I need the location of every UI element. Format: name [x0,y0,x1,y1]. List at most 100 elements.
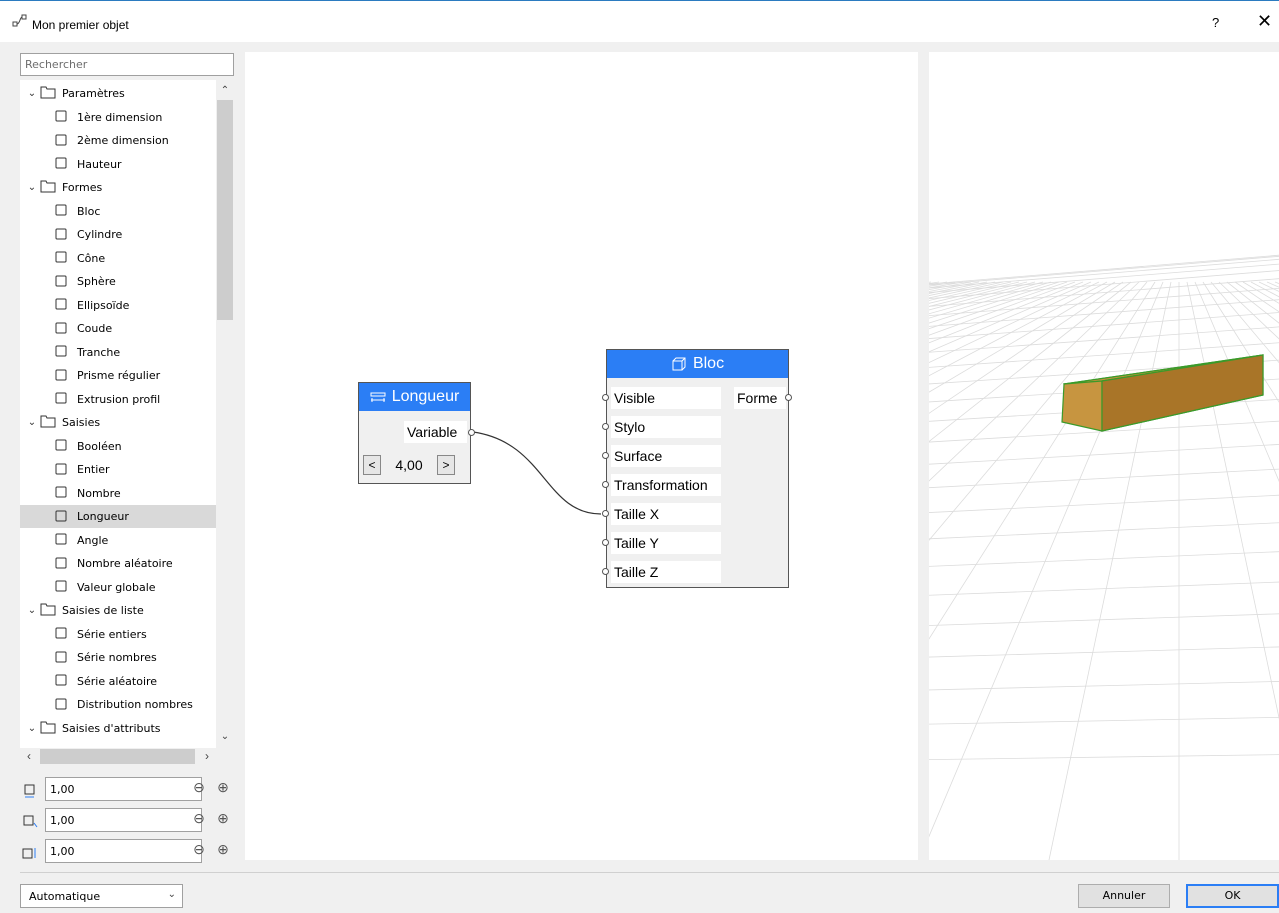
mode-select[interactable]: Automatique ⌄ [20,884,183,908]
increase-icon[interactable]: ⊕ [215,841,231,857]
input-port-dot[interactable] [602,423,609,430]
tree-item-label: Série nombres [77,651,157,664]
chevron-down-icon[interactable]: ⌄ [26,182,38,193]
port-input[interactable]: Stylo [611,416,721,438]
dimension-3-field[interactable] [45,839,202,863]
input-port-dot[interactable] [602,394,609,401]
increment-button[interactable]: > [437,455,455,475]
chevron-down-icon[interactable]: ⌄ [26,88,38,99]
dimension-2-field[interactable] [45,808,202,832]
box-dim1-icon [24,784,35,798]
tree-item[interactable]: Bloc [20,200,216,223]
cancel-button[interactable]: Annuler [1078,884,1170,908]
node-graph-canvas[interactable]: Longueur Variable < 4,00 > Bloc Visible S… [245,52,918,860]
tree-item[interactable]: Série aléatoire [20,670,216,693]
folder-icon [40,720,56,737]
tree-item-label: Sphère [77,275,116,288]
input-port-dot[interactable] [602,568,609,575]
tree-group[interactable]: ⌄ Formes [20,176,216,199]
tree-item[interactable]: Longueur [20,505,216,528]
node-bloc[interactable]: Bloc Visible Stylo Surface Transformation Ta… [602,349,792,588]
input-port-dot[interactable] [602,539,609,546]
scroll-right-icon[interactable]: › [198,748,216,765]
node-longueur-header[interactable]: Longueur [359,383,470,411]
tree-item[interactable]: Distribution nombres [20,693,216,716]
tree-item[interactable]: Série entiers [20,623,216,646]
tree-group[interactable]: ⌄ Saisies d'attributs [20,717,216,740]
tree-item[interactable]: Nombre [20,482,216,505]
title-bar: Mon premier objet ? ✕ [0,0,1279,42]
tree-item[interactable]: Hauteur [20,153,216,176]
stepper-value: 4,00 [395,457,423,473]
output-port-dot[interactable] [468,429,475,436]
tree-item[interactable]: Cylindre [20,223,216,246]
tree-item[interactable]: Nombre aléatoire [20,552,216,575]
tree-item-label: Nombre aléatoire [77,557,173,570]
close-button[interactable]: ✕ [1257,11,1272,32]
dimension-1-row: ⊖ ⊕ [20,777,234,803]
tree-item[interactable]: Booléen [20,435,216,458]
tree-item-label: Booléen [77,439,122,453]
chevron-down-icon[interactable]: ⌄ [26,605,38,616]
tree-item-label: Entier [77,463,110,476]
item-icon [54,626,70,642]
3d-preview[interactable] [929,52,1279,860]
folder-icon [40,179,56,196]
help-button[interactable]: ? [1212,15,1219,30]
port-forme[interactable]: Forme [734,387,786,409]
tree-item[interactable]: 1ère dimension [20,106,216,129]
output-port-dot[interactable] [785,394,792,401]
tree-horizontal-scrollbar[interactable]: ‹ › [20,748,216,765]
decrease-icon[interactable]: ⊖ [191,779,207,795]
decrease-icon[interactable]: ⊖ [191,841,207,857]
scroll-left-icon[interactable]: ‹ [20,748,38,765]
tree-item-label: Longueur [77,510,129,523]
port-input[interactable]: Visible [611,387,721,409]
tree-item[interactable]: Prisme régulier [20,364,216,387]
input-port-dot[interactable] [602,452,609,459]
tree-item[interactable]: Angle [20,529,216,552]
decrement-button[interactable]: < [363,455,381,475]
node-longueur[interactable]: Longueur Variable < 4,00 > [358,382,475,484]
increase-icon[interactable]: ⊕ [215,779,231,795]
search-input[interactable]: Rechercher [20,53,234,76]
port-variable[interactable]: Variable [404,421,467,443]
port-input[interactable]: Transformation [611,474,721,496]
scroll-down-icon[interactable]: ⌄ [216,728,234,746]
box-icon [672,357,686,371]
tree-item-label: Bloc [77,204,101,218]
tree-item[interactable]: Extrusion profil [20,388,216,411]
dimension-1-field[interactable] [45,777,202,801]
tree-vertical-scrollbar[interactable]: ⌃ ⌄ [216,80,234,748]
tree-item[interactable]: 2ème dimension [20,129,216,152]
port-input[interactable]: Taille Z [611,561,721,583]
tree-group[interactable]: ⌄ Paramètres [20,82,216,105]
port-input[interactable]: Taille Y [611,532,721,554]
tree-item[interactable]: Ellipsoïde [20,294,216,317]
scroll-thumb[interactable] [217,100,233,320]
input-port-dot[interactable] [602,510,609,517]
node-bloc-header[interactable]: Bloc [607,350,788,378]
tree-item[interactable]: Valeur globale [20,576,216,599]
tree-item[interactable]: Cône [20,247,216,270]
port-input[interactable]: Taille X [611,503,721,525]
tree-item[interactable]: Coude [20,317,216,340]
tree-group[interactable]: ⌄ Saisies [20,411,216,434]
item-icon [54,156,70,172]
tree-item[interactable]: Tranche [20,341,216,364]
tree-group[interactable]: ⌄ Saisies de liste [20,599,216,622]
decrease-icon[interactable]: ⊖ [191,810,207,826]
value-stepper[interactable]: < 4,00 > [363,455,455,475]
scroll-up-icon[interactable]: ⌃ [216,82,234,100]
scroll-thumb-h[interactable] [40,749,195,764]
tree-item[interactable]: Série nombres [20,646,216,669]
ok-button[interactable]: OK [1186,884,1279,908]
port-input[interactable]: Surface [611,445,721,467]
tree-item[interactable]: Sphère [20,270,216,293]
tree-item[interactable]: Entier [20,458,216,481]
tree-item-label: Angle [77,533,109,547]
chevron-down-icon[interactable]: ⌄ [26,723,38,734]
chevron-down-icon[interactable]: ⌄ [26,417,38,428]
increase-icon[interactable]: ⊕ [215,810,231,826]
input-port-dot[interactable] [602,481,609,488]
